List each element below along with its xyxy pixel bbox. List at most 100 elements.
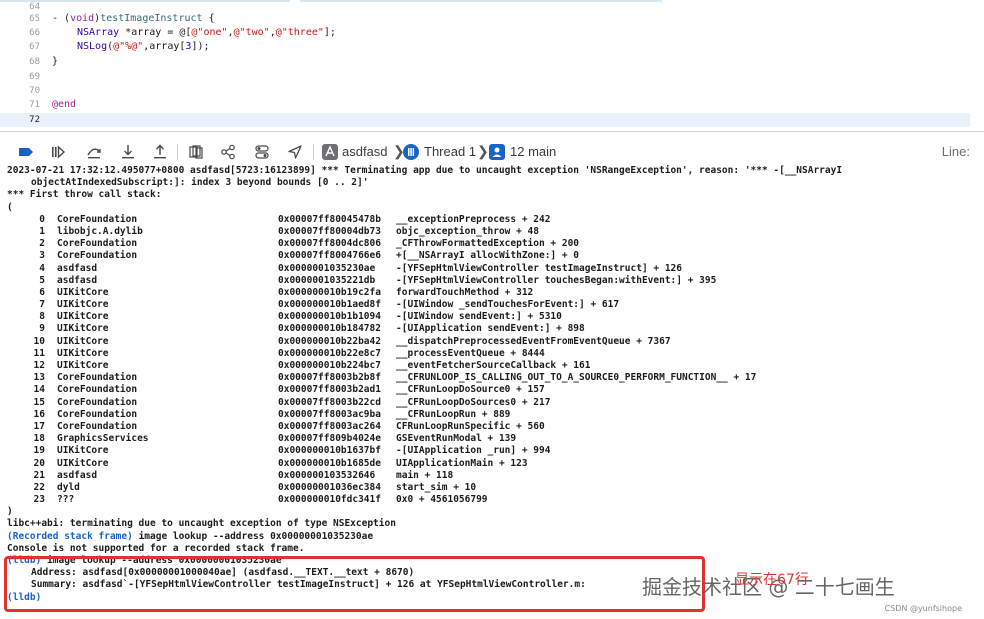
console-line: ) [7, 506, 13, 518]
debug-view-hierarchy-icon[interactable] [188, 144, 204, 160]
console-line: *** First throw call stack: [7, 189, 162, 201]
call-stack-list: 0 CoreFoundation 0x00007ff80045478b __excep… [7, 214, 977, 507]
line-label: Line: [941, 144, 970, 159]
stack-frame-row: 15 CoreFoundation 0x00007ff8003b22cd __CFRu… [7, 397, 977, 409]
code-line[interactable]: 67 NSLog(@"%@",array[3]); [0, 40, 970, 54]
watermark-credit: CSDN @yunfsihope [884, 604, 962, 613]
frame-symbol: __CFRUNLOOP_IS_CALLING_OUT_TO_A_SOURCE0_… [396, 372, 757, 384]
stack-frame-row: 7 UIKitCore 0x000000010b1aed8f -[UIWindow _… [7, 299, 977, 311]
frame-symbol: -[YFSepHtmlViewController testImageInstr… [396, 262, 682, 274]
console-command: image lookup --address 0x00000001035230a… [132, 530, 374, 542]
frame-index: 4 [39, 262, 45, 274]
stack-frame-row: 1 libobjc.A.dylib 0x00007ff80004db73 objc_e… [7, 226, 977, 238]
debug-toolbar: asdfasd ❯ Thread 1 ❯ 12 main Line: [0, 140, 984, 164]
frame-address: 0x000000010b1aed8f [278, 299, 381, 311]
frame-library: UIKitCore [57, 323, 109, 335]
frame-library: ??? [57, 494, 75, 506]
frame-library: UIKitCore [57, 286, 109, 298]
step-over-icon[interactable] [86, 144, 102, 160]
frame-library: dyld [57, 481, 80, 493]
chevron-right-icon: ❯ [477, 143, 489, 159]
code-line[interactable]: 65 - (void)testImageInstruct { [0, 12, 970, 26]
frame-address: 0x000000010b1685de [278, 457, 381, 469]
current-code-line[interactable]: 72 [0, 113, 970, 127]
frame-address: 0x00007ff8003ac264 [278, 420, 381, 432]
toolbar-separator [313, 144, 314, 160]
frame-index: 5 [39, 274, 45, 286]
frame-index: 1 [39, 225, 45, 237]
frame-symbol: __CFRunLoopRun + 889 [396, 408, 511, 420]
frame-address: 0x00007ff809b4024e [278, 433, 381, 445]
frame-library: UIKitCore [57, 445, 109, 457]
frame-library: UIKitCore [57, 335, 109, 347]
code-text: } [52, 56, 59, 67]
frame-symbol: objc_exception_throw + 48 [396, 225, 539, 237]
frame-address: 0x00007ff80004db73 [278, 225, 381, 237]
frame-index: 20 [33, 457, 45, 469]
frame-index: 11 [33, 347, 45, 359]
frame-symbol: +[__NSArrayI allocWithZone:] + 0 [396, 250, 580, 262]
stack-frame-row: 3 CoreFoundation 0x00007ff8004766e6 +[__NSA… [7, 250, 977, 262]
highlight-annotation-box [4, 556, 705, 612]
frame-index: 2 [39, 238, 45, 250]
frame-library: UIKitCore [57, 360, 109, 371]
step-into-icon[interactable] [120, 144, 136, 160]
frame-library: GraphicsServices [57, 433, 149, 445]
breadcrumb-target[interactable]: asdfasd [342, 144, 388, 160]
frame-library: CoreFoundation [57, 213, 138, 225]
frame-symbol: -[UIWindow sendEvent:] + 5310 [396, 311, 562, 323]
frame-address: 0x00007ff80045478b [278, 213, 381, 225]
debug-console[interactable]: 2023-07-21 17:32:12.495077+0800 asdfasd[… [7, 165, 977, 604]
line-number: 72 [29, 115, 40, 125]
breadcrumb-thread[interactable]: Thread 1 [424, 144, 476, 160]
frame-index: 17 [33, 420, 45, 432]
stack-frame-icon [489, 144, 505, 160]
stack-frame-row: 11 UIKitCore 0x000000010b22e8c7 __processEv… [7, 348, 977, 360]
console-line: ( [7, 201, 13, 213]
code-line[interactable]: 70 [0, 84, 970, 98]
code-text: NSArray *array = @[@"one",@"two",@"three… [77, 27, 336, 38]
code-line[interactable]: 68 } [0, 55, 970, 69]
frame-index: 18 [33, 433, 45, 445]
frame-index: 19 [33, 445, 45, 457]
frame-index: 23 [33, 494, 45, 506]
frame-index: 14 [33, 384, 45, 396]
line-number: 66 [29, 28, 40, 38]
frame-address: 0x000000010b224bc7 [278, 360, 381, 371]
frame-address: 0x000000010b1637bf [278, 445, 381, 457]
code-editor[interactable]: 64 65 - (void)testImageInstruct { 66 NSA… [0, 0, 984, 130]
frame-index: 0 [39, 213, 45, 225]
simulate-location-icon[interactable] [287, 144, 303, 160]
frame-symbol: CFRunLoopRunSpecific + 560 [396, 420, 545, 432]
annotation-text: 显示在67行 [735, 572, 809, 588]
breadcrumb-frame[interactable]: 12 main [510, 144, 556, 160]
frame-address: 0x00000001036ec384 [278, 481, 381, 493]
line-number: 71 [29, 100, 40, 110]
memory-graph-icon[interactable] [220, 144, 236, 160]
environment-overrides-icon[interactable] [254, 144, 270, 160]
code-line[interactable]: 69 [0, 70, 970, 84]
stack-frame-row: 10 UIKitCore 0x000000010b22ba42 __dispatchP… [7, 336, 977, 348]
step-out-icon[interactable] [152, 144, 168, 160]
code-line[interactable]: 66 NSArray *array = @[@"one",@"two",@"th… [0, 26, 970, 40]
console-line: objectAtIndexedSubscript:]: index 3 beyo… [31, 177, 369, 189]
stack-frame-row: 12 UIKitCore 0x000000010b224bc7 __eventFetc… [7, 360, 977, 372]
frame-address: 0x0000001035230ae [278, 262, 376, 274]
frame-symbol: __eventFetcherSourceCallback + 161 [396, 360, 591, 371]
breakpoints-toggle-icon[interactable] [18, 144, 34, 160]
recorded-frame-tag: (Recorded stack frame) [7, 530, 133, 542]
stack-frame-row: 13 CoreFoundation 0x00007ff8003b2b8f __CFRU… [7, 372, 977, 384]
frame-symbol: forwardTouchMethod + 312 [396, 286, 534, 298]
frame-symbol: 0x0 + 4561056799 [396, 494, 488, 506]
toolbar-separator [177, 144, 178, 160]
continue-icon[interactable] [50, 144, 66, 160]
line-number: 67 [29, 42, 40, 52]
frame-symbol: __CFRunLoopDoSources0 + 217 [396, 396, 551, 408]
frame-symbol: __CFRunLoopDoSource0 + 157 [396, 384, 545, 396]
code-line[interactable]: 71 @end [0, 98, 970, 112]
frame-address: 0x000000010b22ba42 [278, 335, 381, 347]
frame-symbol: main + 118 [396, 469, 454, 481]
frame-index: 6 [39, 286, 45, 298]
code-text: - (void)testImageInstruct { [52, 13, 215, 24]
stack-frame-row: 21 asdfasd 0x000000103532646 main + 118 [7, 470, 977, 482]
